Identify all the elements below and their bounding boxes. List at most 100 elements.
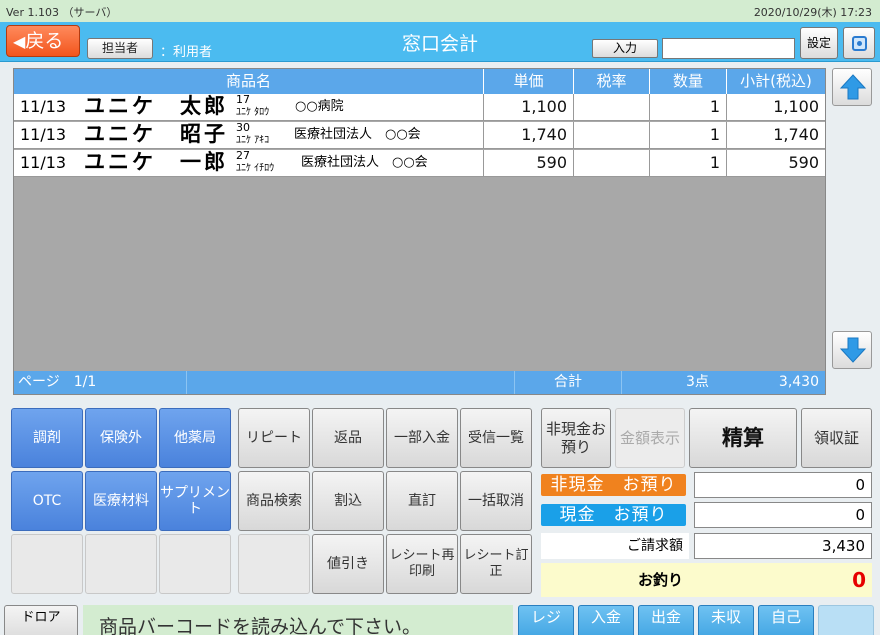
row-name: ユニケ 昭子 xyxy=(84,122,228,146)
cancel-all-button[interactable]: 一括取消 xyxy=(460,471,532,531)
col-tax: 税率 xyxy=(573,69,649,94)
scroll-down-button[interactable] xyxy=(832,331,872,369)
back-label: 戻る xyxy=(25,30,64,52)
receivable-button[interactable]: 未収 xyxy=(698,605,754,635)
table-row[interactable]: 11/13 ユニケ 太郎 17 ﾕﾆｹ ﾀﾛｳ ○○病院 1,100 1 1,1… xyxy=(14,94,825,121)
arrow-down-icon xyxy=(839,337,867,363)
row-subtotal: 590 xyxy=(726,150,825,177)
back-arrow-icon: ◀ xyxy=(13,32,26,51)
staff-button[interactable]: 担当者 xyxy=(87,38,153,59)
table-row[interactable]: 11/13 ユニケ 昭子 30 ﾕﾆｹ ｱｷｺ 医療社団法人 ○○会 1,740… xyxy=(14,122,825,149)
deposit-button[interactable]: 入金 xyxy=(578,605,634,635)
direct-correct-button[interactable]: 直訂 xyxy=(386,471,458,531)
noncash-deposit-label: 非現金 お預り xyxy=(541,474,686,496)
otc-button[interactable]: OTC xyxy=(11,471,83,531)
correct-receipt-button[interactable]: レシート訂正 xyxy=(460,534,532,594)
row-kana: ﾕﾆｹ ｱｷｺ xyxy=(236,135,270,146)
medical-supplies-button[interactable]: 医療材料 xyxy=(85,471,157,531)
row-price: 590 xyxy=(483,150,573,177)
interrupt-button[interactable]: 割込 xyxy=(312,471,384,531)
row-age: 17 xyxy=(236,93,250,106)
row-institution: 医療社団法人 ○○会 xyxy=(301,155,428,170)
cash-deposit-value[interactable]: 0 xyxy=(694,502,872,528)
footer-divider xyxy=(621,371,622,394)
row-institution: ○○病院 xyxy=(295,99,344,114)
row-price: 1,100 xyxy=(483,94,573,121)
version-text: Ver 1.103 （サーバ） xyxy=(6,6,118,19)
change-row: お釣り 0 xyxy=(541,563,872,597)
row-tax xyxy=(573,94,649,121)
footer-divider xyxy=(186,371,187,394)
settings-button[interactable]: 設定 xyxy=(800,27,838,59)
drawer-button[interactable]: ドロア xyxy=(4,605,78,635)
status-bar: Ver 1.103 （サーバ） 2020/10/29(木) 17:23 xyxy=(0,0,880,22)
discount-button[interactable]: 値引き xyxy=(312,534,384,594)
dispensing-button[interactable]: 調剤 xyxy=(11,408,83,468)
footer-divider xyxy=(514,371,515,394)
row-qty: 1 xyxy=(649,94,726,121)
row-price: 1,740 xyxy=(483,122,573,149)
input-field[interactable] xyxy=(662,38,795,59)
empty-key xyxy=(159,534,231,594)
row-qty: 1 xyxy=(649,150,726,177)
bottom-bar: ドロア 商品バーコードを読み込んで下さい。 レジ 入金 出金 未収 自己 xyxy=(0,605,880,635)
row-date: 11/13 xyxy=(20,97,67,116)
non-insurance-button[interactable]: 保険外 xyxy=(85,408,157,468)
row-subtotal: 1,100 xyxy=(726,94,825,121)
row-date: 11/13 xyxy=(20,153,67,172)
staff-name: ：利用者 xyxy=(160,45,213,60)
col-subtotal: 小計(税込) xyxy=(726,69,825,94)
total-count: 3点 xyxy=(686,374,709,390)
reprint-receipt-button[interactable]: レシート再印刷 xyxy=(386,534,458,594)
return-button[interactable]: 返品 xyxy=(312,408,384,468)
empty-key xyxy=(238,534,310,594)
receipt-button[interactable]: 領収証 xyxy=(801,408,872,468)
amount-display-button[interactable]: 金額表示 xyxy=(615,408,685,468)
app-root: Ver 1.103 （サーバ） 2020/10/29(木) 17:23 ◀戻る … xyxy=(0,0,880,635)
bill-label: ご請求額 xyxy=(541,533,689,559)
change-label: お釣り xyxy=(637,571,683,589)
empty-key xyxy=(11,534,83,594)
total-label: 合計 xyxy=(554,374,582,390)
withdraw-button[interactable]: 出金 xyxy=(638,605,694,635)
self-button[interactable]: 自己 xyxy=(758,605,814,635)
input-button[interactable]: 入力 xyxy=(592,39,658,58)
partial-payment-button[interactable]: 一部入金 xyxy=(386,408,458,468)
row-tax xyxy=(573,122,649,149)
register-button[interactable]: レジ xyxy=(518,605,574,635)
bill-value: 3,430 xyxy=(694,533,872,559)
repeat-button[interactable]: リピート xyxy=(238,408,310,468)
row-institution: 医療社団法人 ○○会 xyxy=(294,127,421,142)
other-pharmacy-button[interactable]: 他薬局 xyxy=(159,408,231,468)
row-tax xyxy=(573,150,649,177)
header-bar: ◀戻る 担当者 ：利用者 窓口会計 入力 設定 xyxy=(0,22,880,62)
supplement-button[interactable]: サプリメント xyxy=(159,471,231,531)
received-list-button[interactable]: 受信一覧 xyxy=(460,408,532,468)
noncash-deposit-value[interactable]: 0 xyxy=(694,472,872,498)
datetime-text: 2020/10/29(木) 17:23 xyxy=(753,6,872,19)
row-name: ユニケ 太郎 xyxy=(84,94,228,118)
table-footer: ページ 1/1 合計 3点 3,430 xyxy=(14,371,825,394)
row-subtotal: 1,740 xyxy=(726,122,825,149)
change-value: 0 xyxy=(852,568,866,592)
window-icon xyxy=(852,36,867,51)
row-age: 30 xyxy=(236,121,250,134)
blank-function-button xyxy=(818,605,874,635)
page-indicator: ページ 1/1 xyxy=(18,374,97,390)
noncash-deposit-button[interactable]: 非現金お預り xyxy=(541,408,611,468)
product-search-button[interactable]: 商品検索 xyxy=(238,471,310,531)
scroll-up-button[interactable] xyxy=(832,68,872,106)
cash-deposit-label: 現金 お預り xyxy=(541,504,686,526)
row-qty: 1 xyxy=(649,122,726,149)
table-row[interactable]: 11/13 ユニケ 一郎 27 ﾕﾆｹ ｲﾁﾛｳ 医療社団法人 ○○会 590 … xyxy=(14,150,825,177)
items-table: 商品名 単価 税率 数量 小計(税込) 11/13 ユニケ 太郎 17 ﾕﾆｹ … xyxy=(13,68,826,395)
row-age: 27 xyxy=(236,149,250,162)
window-button[interactable] xyxy=(843,27,875,59)
table-header: 商品名 単価 税率 数量 小計(税込) xyxy=(14,69,825,94)
settle-button[interactable]: 精算 xyxy=(689,408,797,468)
back-button[interactable]: ◀戻る xyxy=(6,25,80,57)
status-message: 商品バーコードを読み込んで下さい。 xyxy=(83,605,513,635)
row-name: ユニケ 一郎 xyxy=(84,150,228,174)
col-qty: 数量 xyxy=(649,69,726,94)
empty-key xyxy=(85,534,157,594)
